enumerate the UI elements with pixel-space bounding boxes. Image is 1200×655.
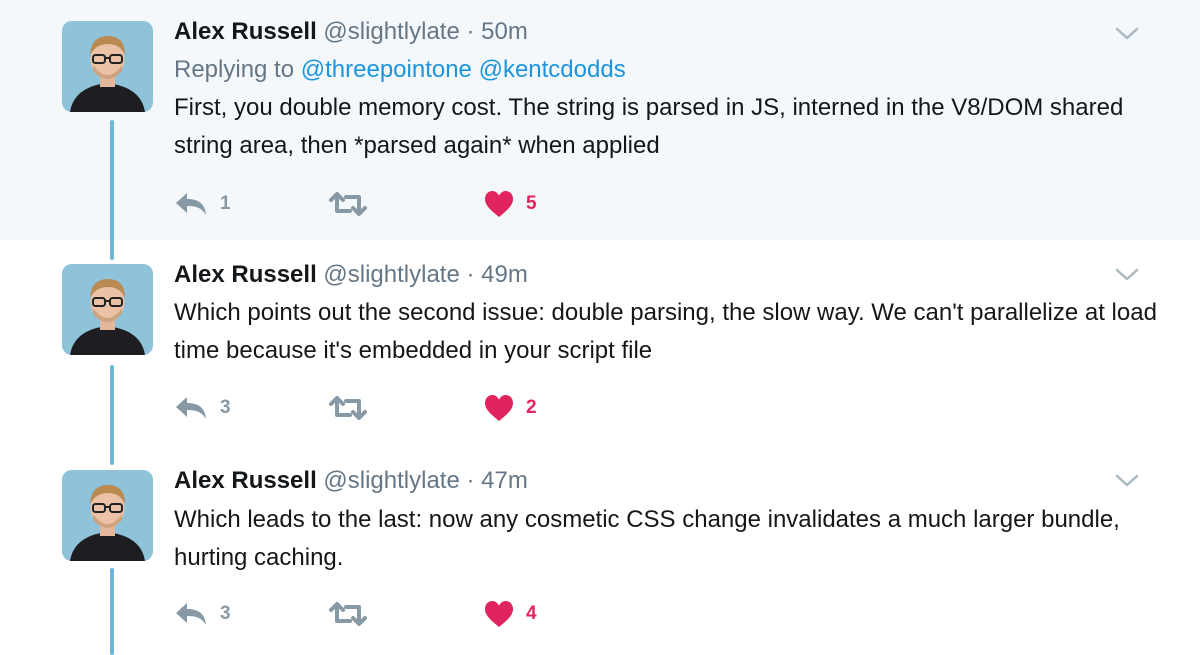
retweet-button[interactable] [328,393,380,423]
tweet-text: First, you double memory cost. The strin… [174,94,1124,159]
tweet-3[interactable]: Alex Russell @slightlylate · 47m Which l… [0,446,1200,655]
timestamp[interactable]: 47m [481,467,528,494]
retweet-button[interactable] [328,189,380,219]
like-button[interactable]: 4 [484,599,537,629]
author-name[interactable]: Alex Russell [174,18,317,45]
like-count: 5 [526,193,537,214]
reply-count: 1 [220,193,231,214]
reply-count: 3 [220,603,231,624]
reply-icon [176,603,206,625]
chevron-down-icon[interactable] [1114,471,1140,491]
avatar[interactable] [62,264,153,355]
timestamp[interactable]: 49m [481,261,528,288]
author-name[interactable]: Alex Russell [174,261,317,288]
heart-icon [485,191,513,217]
tweet-text: Which leads to the last: now any cosmeti… [174,506,1120,571]
retweet-icon [329,192,367,216]
like-count: 4 [526,603,537,624]
thread-connector [110,120,114,260]
timestamp[interactable]: 50m [481,18,528,45]
tweet-text: Which points out the second issue: doubl… [174,299,1157,364]
like-button[interactable]: 5 [484,189,537,219]
reply-button[interactable]: 3 [174,393,231,423]
avatar[interactable] [62,470,153,561]
retweet-button[interactable] [328,599,380,629]
replying-prefix: Replying to [174,56,301,83]
separator-dot: · [466,467,475,494]
tweet-2[interactable]: Alex Russell @slightlylate · 49m Which p… [0,240,1200,446]
retweet-icon [329,396,367,420]
chevron-down-icon[interactable] [1114,265,1140,285]
author-handle[interactable]: @slightlylate [323,467,459,494]
thread-connector [110,365,114,465]
heart-icon [485,395,513,421]
reply-count: 3 [220,397,231,418]
separator-dot: · [466,261,475,288]
mention-link[interactable]: @threepointone [301,56,472,83]
chevron-down-icon[interactable] [1114,24,1140,44]
heart-icon [485,601,513,627]
thread-connector [110,568,114,655]
reply-icon [176,397,206,419]
avatar[interactable] [62,21,153,112]
like-count: 2 [526,397,537,418]
tweet-header: Alex Russell @slightlylate · 49m [174,261,528,289]
replying-to: Replying to @threepointone @kentcdodds [174,56,626,84]
tweet-header: Alex Russell @slightlylate · 50m [174,18,528,46]
author-name[interactable]: Alex Russell [174,467,317,494]
reply-icon [176,193,206,215]
retweet-icon [329,602,367,626]
mention-link[interactable]: @kentcdodds [479,56,626,83]
author-handle[interactable]: @slightlylate [323,18,459,45]
separator-dot: · [466,18,475,45]
like-button[interactable]: 2 [484,393,537,423]
tweet-header: Alex Russell @slightlylate · 47m [174,467,528,495]
author-handle[interactable]: @slightlylate [323,261,459,288]
tweet-1[interactable]: Alex Russell @slightlylate · 50m Replyin… [0,0,1200,240]
reply-button[interactable]: 3 [174,599,231,629]
reply-button[interactable]: 1 [174,189,231,219]
